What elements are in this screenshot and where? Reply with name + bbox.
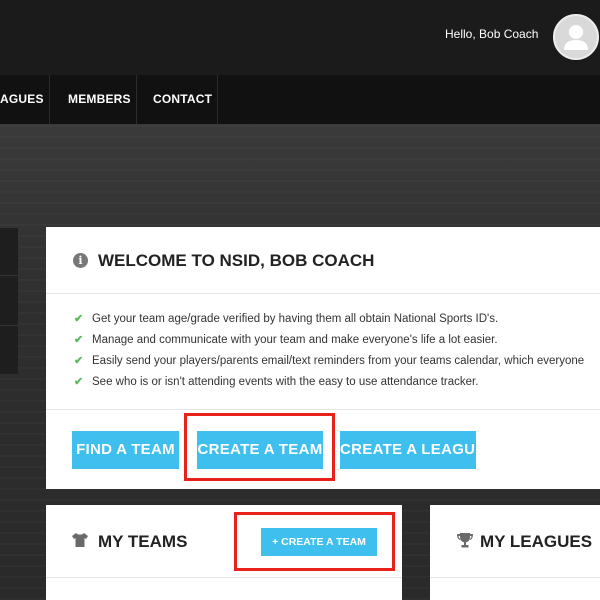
find-team-button[interactable]: FIND A TEAM: [72, 431, 179, 469]
side-menu-divider: [0, 275, 18, 276]
my-teams-card: MY TEAMS + CREATE A TEAM: [46, 505, 402, 600]
my-leagues-title: MY LEAGUES: [480, 532, 593, 551]
welcome-header: i WELCOME TO NSID, BOB COACH: [46, 227, 600, 294]
check-icon: ✔: [74, 355, 84, 367]
side-menu-divider: [0, 325, 18, 326]
create-team-small-button[interactable]: + CREATE A TEAM: [261, 528, 377, 556]
divider: [46, 409, 600, 410]
main-nav: AGUES MEMBERS CONTACT: [0, 75, 600, 124]
side-menu: [0, 228, 18, 374]
check-icon: ✔: [74, 313, 84, 325]
my-leagues-header: MY LEAGUES: [430, 505, 600, 578]
feature-item: ✔ Get your team age/grade verified by hav…: [74, 309, 600, 330]
create-team-button[interactable]: CREATE A TEAM: [197, 431, 323, 469]
trophy-icon: [457, 533, 473, 551]
user-icon: [564, 25, 588, 50]
nav-divider: [217, 75, 218, 124]
nav-divider: [49, 75, 50, 124]
feature-list: ✔ Get your team age/grade verified by hav…: [74, 309, 600, 393]
user-greeting: Hello, Bob Coach: [445, 27, 539, 41]
nav-item-leagues[interactable]: AGUES: [0, 75, 44, 124]
info-icon: i: [73, 253, 88, 268]
nav-item-members[interactable]: MEMBERS: [68, 75, 131, 124]
top-bar: Hello, Bob Coach: [0, 0, 600, 75]
welcome-card: i WELCOME TO NSID, BOB COACH ✔ Get your t…: [46, 227, 600, 489]
nav-item-contact[interactable]: CONTACT: [153, 75, 212, 124]
feature-item: ✔ Manage and communicate with your team a…: [74, 330, 600, 351]
create-league-button[interactable]: CREATE A LEAGUE: [340, 431, 485, 469]
welcome-title: WELCOME TO NSID, BOB COACH: [98, 251, 375, 270]
feature-item: ✔ Easily send your players/parents email/…: [74, 351, 600, 372]
check-icon: ✔: [74, 334, 84, 346]
user-avatar[interactable]: [553, 14, 599, 60]
jersey-icon: [72, 533, 88, 550]
my-leagues-card: MY LEAGUES: [430, 505, 600, 600]
nav-divider: [136, 75, 137, 124]
my-teams-title: MY TEAMS: [98, 532, 188, 551]
feature-item: ✔ See who is or isn't attending events wi…: [74, 372, 600, 393]
check-icon: ✔: [74, 376, 84, 388]
my-teams-header: MY TEAMS + CREATE A TEAM: [46, 505, 402, 578]
